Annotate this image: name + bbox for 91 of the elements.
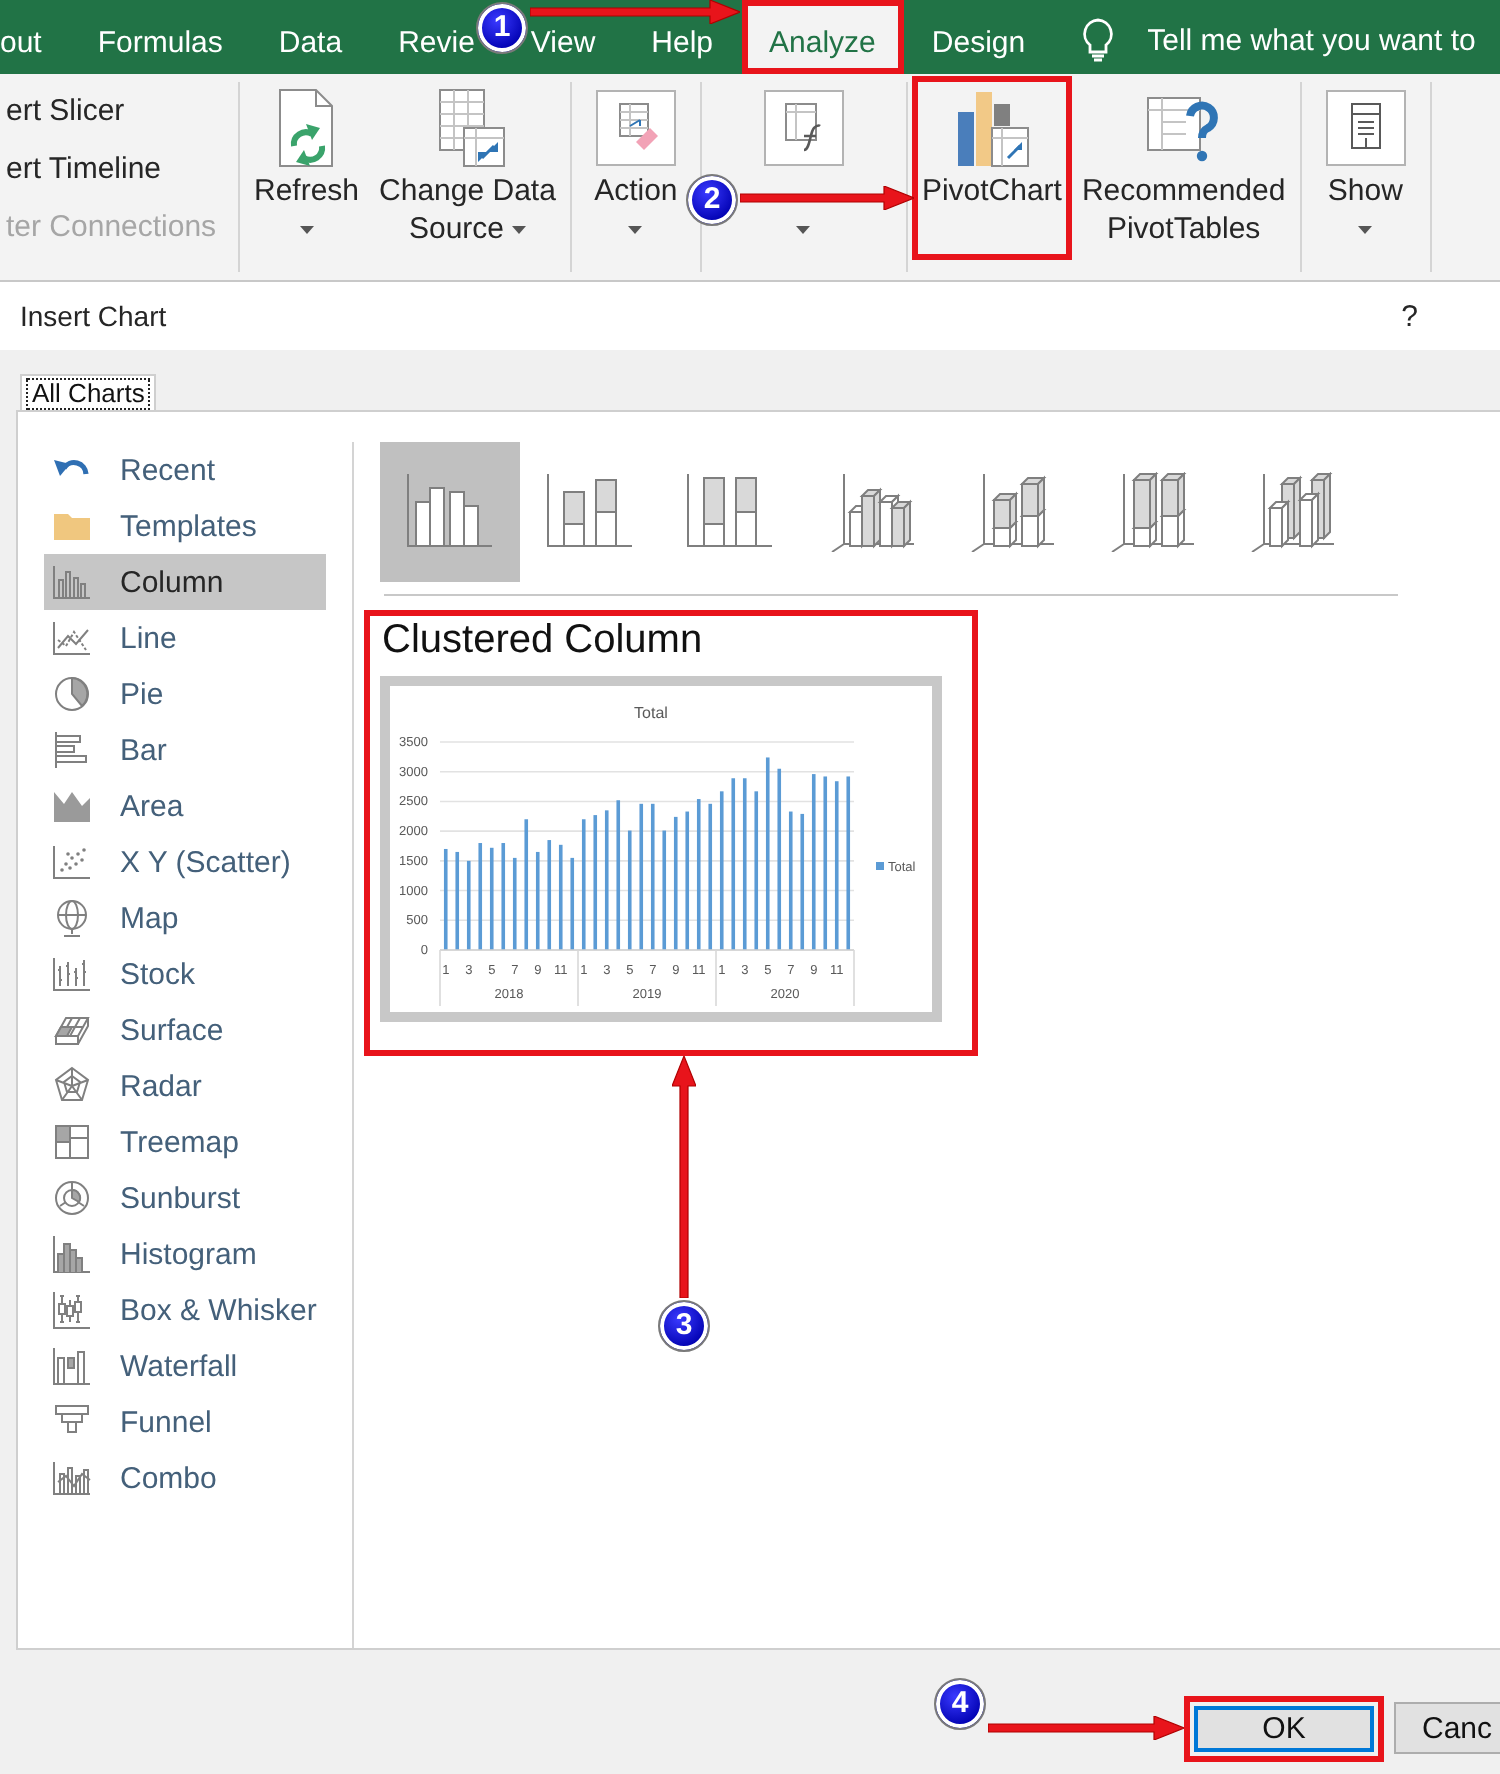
chart-type-item[interactable]: Line (44, 610, 326, 666)
ribbon-button[interactable]: Refresh (244, 76, 370, 260)
waterfall-chart-icon (52, 1346, 92, 1386)
dialog-button[interactable]: OK (1184, 1696, 1384, 1762)
dialog-title: Insert Chart (20, 300, 167, 332)
ribbon-button[interactable]: Change Data Source (369, 76, 566, 260)
bar-chart-icon (52, 730, 92, 770)
3d-clustered-column-icon (826, 472, 914, 552)
ribbon-button[interactable]: Show (1305, 76, 1426, 260)
chart-type-item[interactable]: Waterfall (44, 1338, 326, 1394)
chart-type-item[interactable]: Box & Whisker (44, 1282, 326, 1338)
chart-bar (455, 851, 460, 950)
radar-chart-icon (52, 1066, 92, 1106)
chart-bar (581, 819, 586, 950)
formula-sheet-icon (763, 88, 844, 168)
combo-chart-icon (52, 1458, 92, 1498)
ribbon-command[interactable]: ert Slicer (6, 82, 125, 140)
column-chart-icon (52, 562, 92, 602)
lightbulb-icon (1081, 18, 1114, 62)
chart-type-item[interactable]: Radar (44, 1058, 326, 1114)
dialog-button[interactable]: Canc (1394, 1702, 1500, 1754)
step-badge: 4 (934, 1678, 986, 1730)
chart-bar (604, 810, 609, 950)
ribbon-tab[interactable]: Analyze (741, 0, 904, 74)
ribbon-tab[interactable]: Design (931, 0, 1026, 74)
legend-marker-icon (876, 862, 884, 870)
chart-bar (489, 847, 494, 950)
chart-type-item[interactable]: Treemap (44, 1114, 326, 1170)
3d-column-icon (1246, 472, 1334, 552)
preview-title: Clustered Column (382, 616, 703, 664)
chart-bar (558, 844, 563, 950)
tell-me-field[interactable]: Tell me what you want to (1147, 22, 1500, 58)
ribbon-command[interactable]: ert Timeline (6, 140, 162, 198)
chart-bar (662, 830, 667, 950)
chart-type-item[interactable]: Templates (44, 498, 326, 554)
histogram-icon (52, 1234, 92, 1274)
sheet-eraser-icon (595, 88, 676, 168)
ribbon-tab[interactable]: Formulas (97, 0, 223, 74)
chart-bar (535, 851, 540, 950)
3d-stacked-column-icon (966, 472, 1054, 552)
stacked-column-icon (546, 472, 634, 552)
dialog-tab[interactable]: All Charts (20, 374, 157, 410)
ribbon-tab[interactable]: View (530, 0, 596, 74)
chart-type-item[interactable]: Histogram (44, 1226, 326, 1282)
list-panel-icon (1325, 88, 1406, 168)
chart-bar (466, 860, 471, 950)
chart-type-item[interactable]: Combo (44, 1450, 326, 1506)
chart-bar (478, 843, 483, 950)
chart-type-item[interactable]: Map (44, 890, 326, 946)
box-plot-icon (52, 1290, 92, 1330)
chart-type-item[interactable]: Column (44, 554, 326, 610)
chart-bar (800, 813, 805, 950)
chart-title: Total (634, 704, 668, 722)
ribbon-tab[interactable]: Help (651, 0, 714, 74)
chart-bar (673, 816, 678, 950)
chart-bar (788, 811, 793, 950)
chart-type-item[interactable]: Funnel (44, 1394, 326, 1450)
chart-type-item[interactable]: Bar (44, 722, 326, 778)
ribbon-tab[interactable]: Data (278, 0, 343, 74)
chart-bar (593, 815, 598, 950)
chart-type-item[interactable]: X Y (Scatter) (44, 834, 326, 890)
chart-type-item[interactable]: Recent (44, 442, 326, 498)
help-button[interactable]: ? (1395, 299, 1424, 333)
chart-bar (570, 857, 575, 950)
chart-bar (501, 843, 506, 950)
chart-type-item[interactable]: Stock (44, 946, 326, 1002)
chart-type-item[interactable]: Pie (44, 666, 326, 722)
treemap-icon (52, 1122, 92, 1162)
percent-stacked-column-icon (686, 472, 774, 552)
chart-bar (685, 811, 690, 950)
chart-bar (627, 830, 632, 950)
chart-subtype-tile[interactable] (380, 442, 520, 582)
scatter-chart-icon (52, 842, 92, 882)
globe-icon (52, 898, 92, 938)
clustered-column-icon (406, 472, 494, 552)
sunburst-icon (52, 1178, 92, 1218)
chart-type-item[interactable]: Surface (44, 1002, 326, 1058)
line-chart-icon (52, 618, 92, 658)
chart-bar (512, 857, 517, 950)
chart-bar (524, 819, 529, 950)
ribbon-button[interactable]: PivotChart (911, 76, 1072, 260)
pie-chart-icon (52, 674, 92, 714)
chart-type-item[interactable]: Sunburst (44, 1170, 326, 1226)
ribbon-button[interactable]: Recommended PivotTables (1071, 76, 1296, 260)
stock-chart-icon (52, 954, 92, 994)
3d-percent-stacked-column-icon (1106, 472, 1194, 552)
ribbon-tab[interactable]: Revie (398, 0, 475, 74)
chart-bar (443, 848, 448, 950)
chart-type-item[interactable]: Area (44, 778, 326, 834)
chart-bar (547, 840, 552, 950)
ribbon-tab[interactable]: out (0, 0, 42, 74)
